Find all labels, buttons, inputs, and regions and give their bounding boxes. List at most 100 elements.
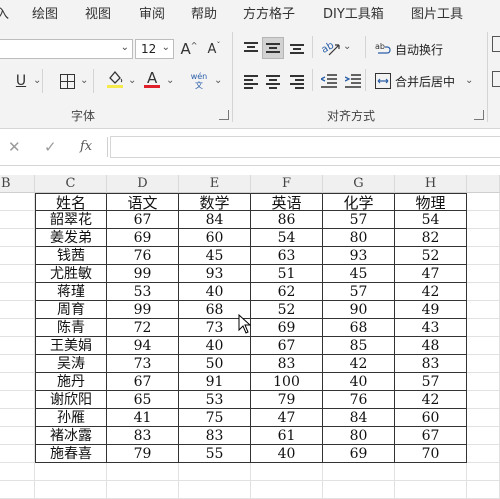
table-cell[interactable]: 施春喜 <box>35 445 107 463</box>
grid-cell[interactable] <box>467 229 500 247</box>
grid-cell[interactable] <box>395 463 467 481</box>
phonetic-guide-button[interactable]: wén 文 <box>186 70 212 92</box>
table-cell[interactable]: 57 <box>323 211 395 229</box>
table-cell[interactable]: 蒋瑾 <box>35 283 107 301</box>
grid-cell[interactable] <box>0 463 35 481</box>
table-cell[interactable]: 48 <box>395 337 467 355</box>
grid-cell[interactable] <box>251 481 323 499</box>
grid-cell[interactable] <box>395 481 467 499</box>
table-cell[interactable]: 43 <box>395 319 467 337</box>
chevron-down-icon[interactable]: ⌄ <box>343 41 351 52</box>
column-header-g[interactable]: G <box>323 175 395 193</box>
tab-diy-toolbox[interactable]: DIY工具箱 <box>323 3 384 22</box>
table-cell[interactable]: 69 <box>323 445 395 463</box>
table-cell[interactable]: 54 <box>395 211 467 229</box>
table-cell[interactable]: 99 <box>107 301 179 319</box>
table-cell[interactable]: 93 <box>323 247 395 265</box>
grid-cell[interactable] <box>179 463 251 481</box>
align-center-button[interactable] <box>262 70 284 92</box>
table-cell[interactable]: 70 <box>395 445 467 463</box>
close-icon[interactable]: ✕ <box>8 138 21 156</box>
increase-indent-button[interactable] <box>342 70 364 92</box>
chevron-down-icon[interactable]: ⌄ <box>166 75 174 86</box>
tab-view[interactable]: 视图 <box>85 3 111 22</box>
grid-cell[interactable] <box>0 391 35 409</box>
table-cell[interactable]: 吴涛 <box>35 355 107 373</box>
table-cell[interactable]: 76 <box>107 247 179 265</box>
column-header-h[interactable]: H <box>395 175 467 193</box>
chevron-down-icon[interactable]: ⌄ <box>214 75 222 86</box>
column-header-d[interactable]: D <box>107 175 179 193</box>
table-cell[interactable]: 75 <box>179 409 251 427</box>
grid-cell[interactable] <box>0 247 35 265</box>
table-cell[interactable]: 60 <box>395 409 467 427</box>
grid-cell[interactable] <box>467 391 500 409</box>
font-name-combo[interactable]: ⌄ <box>0 39 133 59</box>
bottom-align-button[interactable] <box>286 37 308 59</box>
grid-cell[interactable] <box>323 463 395 481</box>
grid-cell[interactable] <box>467 463 500 481</box>
table-cell[interactable]: 57 <box>323 283 395 301</box>
table-cell[interactable]: 67 <box>107 211 179 229</box>
table-cell[interactable]: 韶翠花 <box>35 211 107 229</box>
table-cell[interactable]: 50 <box>179 355 251 373</box>
grid-cell[interactable] <box>0 373 35 391</box>
table-cell[interactable]: 93 <box>179 265 251 283</box>
grid-cell[interactable] <box>0 301 35 319</box>
tab-picture-tools[interactable]: 图片工具 <box>411 3 463 22</box>
table-cell[interactable]: 68 <box>323 319 395 337</box>
table-cell[interactable]: 55 <box>179 445 251 463</box>
table-cell[interactable]: 90 <box>323 301 395 319</box>
table-cell[interactable]: 51 <box>251 265 323 283</box>
table-cell[interactable]: 47 <box>395 265 467 283</box>
column-header-f[interactable]: F <box>251 175 323 193</box>
table-cell[interactable]: 52 <box>395 247 467 265</box>
table-cell[interactable]: 陈青 <box>35 319 107 337</box>
table-header-cell[interactable]: 数学 <box>179 193 251 211</box>
table-cell[interactable]: 83 <box>179 427 251 445</box>
table-cell[interactable]: 53 <box>179 391 251 409</box>
table-cell[interactable]: 40 <box>251 445 323 463</box>
font-size-combo[interactable]: 12 ⌄ <box>135 39 174 59</box>
table-cell[interactable]: 79 <box>107 445 179 463</box>
table-cell[interactable]: 100 <box>251 373 323 391</box>
tab-draw[interactable]: 绘图 <box>32 3 58 22</box>
number-format-icon[interactable] <box>492 36 500 52</box>
grid-cell[interactable] <box>107 463 179 481</box>
grid-cell[interactable] <box>467 337 500 355</box>
column-header-c[interactable]: C <box>35 175 107 193</box>
tab-insert[interactable]: 入 <box>0 3 9 22</box>
table-cell[interactable]: 69 <box>107 229 179 247</box>
table-cell[interactable]: 钱茜 <box>35 247 107 265</box>
table-cell[interactable]: 53 <box>107 283 179 301</box>
table-cell[interactable]: 62 <box>251 283 323 301</box>
table-cell[interactable]: 尤胜敏 <box>35 265 107 283</box>
grid-cell[interactable] <box>467 373 500 391</box>
shrink-font-button[interactable]: Aˇ <box>203 38 225 60</box>
align-right-button[interactable] <box>286 70 308 92</box>
table-header-cell[interactable]: 姓名 <box>35 193 107 211</box>
grid-cell[interactable] <box>0 337 35 355</box>
table-cell[interactable]: 42 <box>395 283 467 301</box>
grid-cell[interactable] <box>0 229 35 247</box>
grid-cell[interactable] <box>0 265 35 283</box>
grid-cell[interactable] <box>467 409 500 427</box>
table-cell[interactable]: 61 <box>251 427 323 445</box>
table-cell[interactable]: 83 <box>107 427 179 445</box>
tab-review[interactable]: 审阅 <box>139 3 165 22</box>
table-cell[interactable]: 80 <box>323 229 395 247</box>
orientation-button[interactable]: ab <box>320 37 342 59</box>
table-cell[interactable]: 45 <box>323 265 395 283</box>
insert-function-icon[interactable]: fx <box>80 139 92 154</box>
grid-cell[interactable] <box>467 355 500 373</box>
table-cell[interactable]: 63 <box>251 247 323 265</box>
table-cell[interactable]: 91 <box>179 373 251 391</box>
table-header-cell[interactable]: 物理 <box>395 193 467 211</box>
column-header-e[interactable]: E <box>179 175 251 193</box>
table-cell[interactable]: 69 <box>251 319 323 337</box>
chevron-down-icon[interactable]: ⌄ <box>465 75 473 86</box>
grid-cell[interactable] <box>107 481 179 499</box>
tab-help[interactable]: 帮助 <box>191 3 217 22</box>
table-cell[interactable]: 47 <box>251 409 323 427</box>
grid-cell[interactable] <box>0 319 35 337</box>
